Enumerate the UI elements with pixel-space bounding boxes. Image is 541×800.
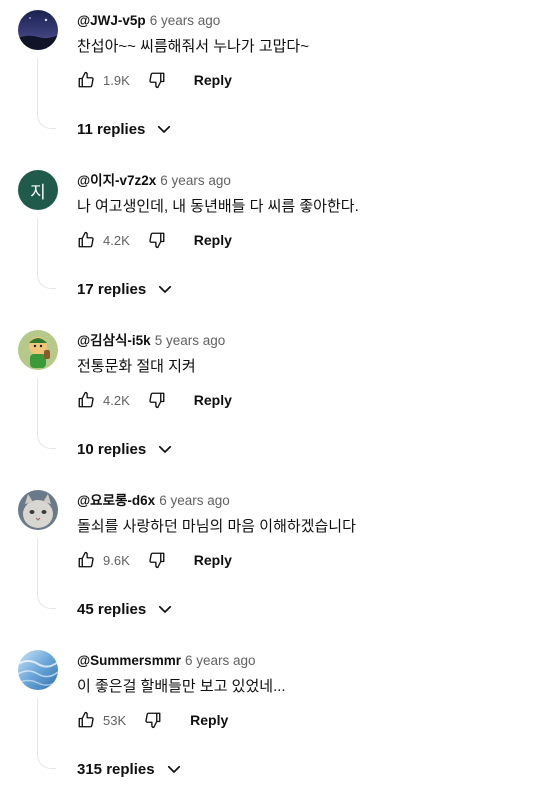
chevron-down-icon xyxy=(156,280,174,298)
thread-line xyxy=(37,698,56,769)
reply-button[interactable]: Reply xyxy=(190,712,228,728)
thumb-up-icon xyxy=(78,391,94,408)
comment-time[interactable]: 6 years ago xyxy=(185,653,256,668)
like-button[interactable] xyxy=(75,549,97,571)
comment-time[interactable]: 6 years ago xyxy=(159,493,230,508)
thumb-down-icon xyxy=(149,72,165,89)
reply-button[interactable]: Reply xyxy=(194,232,232,248)
comment-time[interactable]: 6 years ago xyxy=(150,13,221,28)
chevron-down-icon xyxy=(155,120,173,138)
like-count: 4.2K xyxy=(103,392,130,408)
like-count: 4.2K xyxy=(103,232,130,248)
replies-count: 315 replies xyxy=(77,760,155,778)
like-count: 9.6K xyxy=(103,552,130,568)
dislike-button[interactable] xyxy=(146,69,168,91)
view-replies-button[interactable]: 45 replies xyxy=(77,600,174,618)
comment-author[interactable]: @Summersmmr xyxy=(77,653,181,668)
like-button[interactable] xyxy=(75,69,97,91)
thumb-up-icon xyxy=(78,551,94,568)
avatar[interactable] xyxy=(18,10,58,50)
like-button[interactable] xyxy=(75,229,97,251)
replies-count: 45 replies xyxy=(77,600,147,618)
comment-time[interactable]: 5 years ago xyxy=(155,333,226,348)
replies-count: 10 replies xyxy=(77,440,147,458)
thread-line xyxy=(37,538,56,609)
avatar[interactable] xyxy=(18,330,58,370)
comment-author[interactable]: @김삼식-i5k xyxy=(77,333,151,348)
reply-button[interactable]: Reply xyxy=(194,552,232,568)
comment-time[interactable]: 6 years ago xyxy=(160,173,231,188)
like-button[interactable] xyxy=(75,709,97,731)
chevron-down-icon xyxy=(156,600,174,618)
comment-author[interactable]: @JWJ-v5p xyxy=(77,13,146,28)
chevron-down-icon xyxy=(165,760,183,778)
comment-thread: @Summersmmr 6 years ago 이 좋은걸 할배들만 보고 있었네… xyxy=(0,640,541,800)
comment-text: 찬섭아~~ 씨름해줘서 누나가 고맙다~ xyxy=(77,38,309,55)
avatar[interactable]: 지 xyxy=(18,170,58,210)
dislike-button[interactable] xyxy=(146,389,168,411)
comment-thread: @김삼식-i5k 5 years ago 전통문화 절대 지켜 4.2K Repl… xyxy=(0,320,541,480)
chevron-down-icon xyxy=(156,440,174,458)
reply-button[interactable]: Reply xyxy=(194,392,232,408)
thread-line xyxy=(37,58,56,129)
comment-thread: @요로롱-d6x 6 years ago 돌쇠를 사랑하던 마님의 마음 이해하겠… xyxy=(0,480,541,640)
thumb-up-icon xyxy=(78,231,94,248)
dislike-button[interactable] xyxy=(146,229,168,251)
thread-line xyxy=(37,378,56,449)
thumb-down-icon xyxy=(149,232,165,249)
comment-thread: @JWJ-v5p 6 years ago 찬섭아~~ 씨름해줘서 누나가 고맙다~… xyxy=(0,0,541,160)
avatar[interactable] xyxy=(18,650,58,690)
replies-count: 17 replies xyxy=(77,280,147,298)
comment-thread: 지 @이지-v7z2x 6 years ago 나 여고생인데, 내 동년배들 다… xyxy=(0,160,541,320)
thumb-down-icon xyxy=(149,392,165,409)
replies-count: 11 replies xyxy=(77,120,146,138)
thumb-down-icon xyxy=(149,552,165,569)
thumb-up-icon xyxy=(78,711,94,728)
comment-author[interactable]: @요로롱-d6x xyxy=(77,493,155,508)
comment-text: 나 여고생인데, 내 동년배들 다 씨름 좋아한다. xyxy=(77,198,359,215)
comment-text: 이 좋은걸 할배들만 보고 있었네... xyxy=(77,678,286,695)
view-replies-button[interactable]: 17 replies xyxy=(77,280,174,298)
view-replies-button[interactable]: 315 replies xyxy=(77,760,183,778)
like-count: 1.9K xyxy=(103,72,130,88)
view-replies-button[interactable]: 11 replies xyxy=(77,120,173,138)
reply-button[interactable]: Reply xyxy=(194,72,232,88)
avatar[interactable] xyxy=(18,490,58,530)
thumb-down-icon xyxy=(145,712,161,729)
thumb-up-icon xyxy=(78,71,94,88)
comment-text: 전통문화 절대 지켜 xyxy=(77,358,196,375)
thread-line xyxy=(37,218,56,289)
comment-author[interactable]: @이지-v7z2x xyxy=(77,173,156,188)
avatar-letter: 지 xyxy=(30,182,46,202)
like-button[interactable] xyxy=(75,389,97,411)
like-count: 53K xyxy=(103,712,127,728)
comment-text: 돌쇠를 사랑하던 마님의 마음 이해하겠습니다 xyxy=(77,518,356,535)
dislike-button[interactable] xyxy=(142,709,164,731)
dislike-button[interactable] xyxy=(146,549,168,571)
view-replies-button[interactable]: 10 replies xyxy=(77,440,174,458)
